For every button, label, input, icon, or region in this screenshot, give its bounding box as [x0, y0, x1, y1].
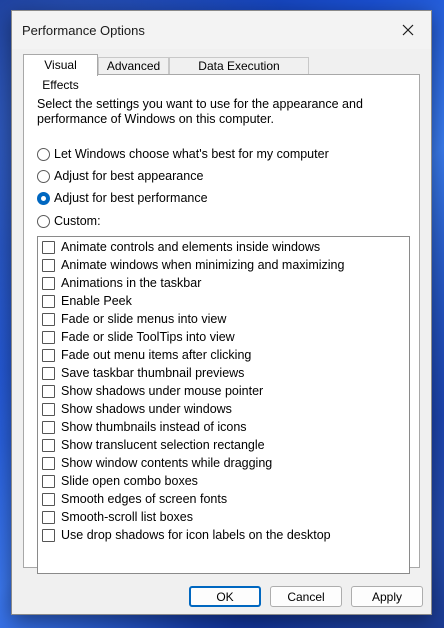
radio-label: Let Windows choose what's best for my co…	[54, 147, 329, 161]
checkbox[interactable]	[42, 402, 55, 416]
list-item[interactable]: Use drop shadows for icon labels on the …	[42, 526, 331, 544]
radio-button[interactable]	[37, 147, 50, 161]
list-item-label: Show shadows under windows	[61, 402, 232, 416]
tab-data-execution-prevention[interactable]: Data Execution Prevention	[169, 57, 309, 90]
checkbox[interactable]	[42, 420, 55, 434]
radio-button-selected[interactable]	[37, 191, 50, 205]
list-item[interactable]: Smooth edges of screen fonts	[42, 490, 227, 508]
list-item-label: Use drop shadows for icon labels on the …	[61, 528, 331, 542]
list-item[interactable]: Fade out menu items after clicking	[42, 346, 251, 364]
performance-options-dialog: Performance Options Visual Effects Advan…	[11, 10, 432, 615]
radio-button[interactable]	[37, 214, 50, 228]
list-item[interactable]: Animations in the taskbar	[42, 274, 201, 292]
apply-button[interactable]: Apply	[351, 586, 423, 607]
list-item-label: Animate controls and elements inside win…	[61, 240, 321, 254]
list-item-label: Smooth-scroll list boxes	[61, 510, 193, 524]
radio-custom[interactable]: Custom:	[37, 212, 101, 230]
close-button[interactable]	[385, 11, 431, 49]
list-item-label: Fade or slide menus into view	[61, 312, 227, 326]
list-item-label: Show translucent selection rectangle	[61, 438, 265, 452]
list-item[interactable]: Fade or slide menus into view	[42, 310, 226, 328]
list-item-label: Fade out menu items after clicking	[61, 348, 252, 362]
list-item[interactable]: Slide open combo boxes	[42, 472, 198, 490]
list-item[interactable]: Show shadows under windows	[42, 400, 232, 418]
list-item-label: Show window contents while dragging	[61, 456, 273, 470]
visual-effects-list[interactable]: Animate controls and elements inside win…	[37, 236, 410, 574]
checkbox[interactable]	[42, 384, 55, 398]
list-item[interactable]: Fade or slide ToolTips into view	[42, 328, 235, 346]
checkbox[interactable]	[42, 438, 55, 452]
checkbox[interactable]	[42, 528, 55, 542]
list-item-label: Animations in the taskbar	[61, 276, 202, 290]
radio-let-windows-choose[interactable]: Let Windows choose what's best for my co…	[37, 145, 329, 163]
list-item-label: Show shadows under mouse pointer	[61, 384, 264, 398]
title-bar[interactable]: Performance Options	[12, 11, 431, 49]
tab-visual-effects[interactable]: Visual Effects	[23, 54, 98, 92]
dialog-title: Performance Options	[22, 23, 145, 38]
radio-best-appearance[interactable]: Adjust for best appearance	[37, 167, 203, 185]
list-item[interactable]: Smooth-scroll list boxes	[42, 508, 193, 526]
list-item-label: Smooth edges of screen fonts	[61, 492, 228, 506]
checkbox[interactable]	[42, 312, 55, 326]
tab-advanced[interactable]: Advanced	[98, 57, 169, 75]
list-item-label: Show thumbnails instead of icons	[61, 420, 247, 434]
close-icon	[402, 24, 414, 36]
list-item[interactable]: Save taskbar thumbnail previews	[42, 364, 244, 382]
radio-best-performance[interactable]: Adjust for best performance	[37, 189, 208, 207]
ok-button[interactable]: OK	[189, 586, 261, 607]
radio-label: Adjust for best appearance	[54, 169, 204, 183]
list-item-label: Fade or slide ToolTips into view	[61, 330, 235, 344]
checkbox[interactable]	[42, 330, 55, 344]
checkbox[interactable]	[42, 510, 55, 524]
list-item[interactable]: Show translucent selection rectangle	[42, 436, 265, 454]
list-item[interactable]: Enable Peek	[42, 292, 132, 310]
checkbox[interactable]	[42, 240, 55, 254]
checkbox[interactable]	[42, 366, 55, 380]
list-item[interactable]: Animate windows when minimizing and maxi…	[42, 256, 344, 274]
list-item[interactable]: Animate controls and elements inside win…	[42, 238, 320, 256]
list-item-label: Save taskbar thumbnail previews	[61, 366, 245, 380]
list-item[interactable]: Show thumbnails instead of icons	[42, 418, 247, 436]
checkbox[interactable]	[42, 474, 55, 488]
radio-label: Adjust for best performance	[54, 191, 208, 205]
visual-effects-panel: Select the settings you want to use for …	[23, 74, 420, 574]
checkbox[interactable]	[42, 294, 55, 308]
checkbox[interactable]	[42, 348, 55, 362]
checkbox[interactable]	[42, 456, 55, 470]
checkbox[interactable]	[42, 492, 55, 506]
checkbox[interactable]	[42, 276, 55, 290]
checkbox[interactable]	[42, 258, 55, 272]
panel-description: Select the settings you want to use for …	[37, 97, 363, 126]
radio-label: Custom:	[54, 214, 101, 228]
cancel-button[interactable]: Cancel	[270, 586, 342, 607]
radio-button[interactable]	[37, 169, 50, 183]
list-item[interactable]: Show window contents while dragging	[42, 454, 272, 472]
list-item-label: Enable Peek	[61, 294, 132, 308]
list-item-label: Slide open combo boxes	[61, 474, 198, 488]
list-item-label: Animate windows when minimizing and maxi…	[61, 258, 345, 272]
list-item[interactable]: Show shadows under mouse pointer	[42, 382, 263, 400]
